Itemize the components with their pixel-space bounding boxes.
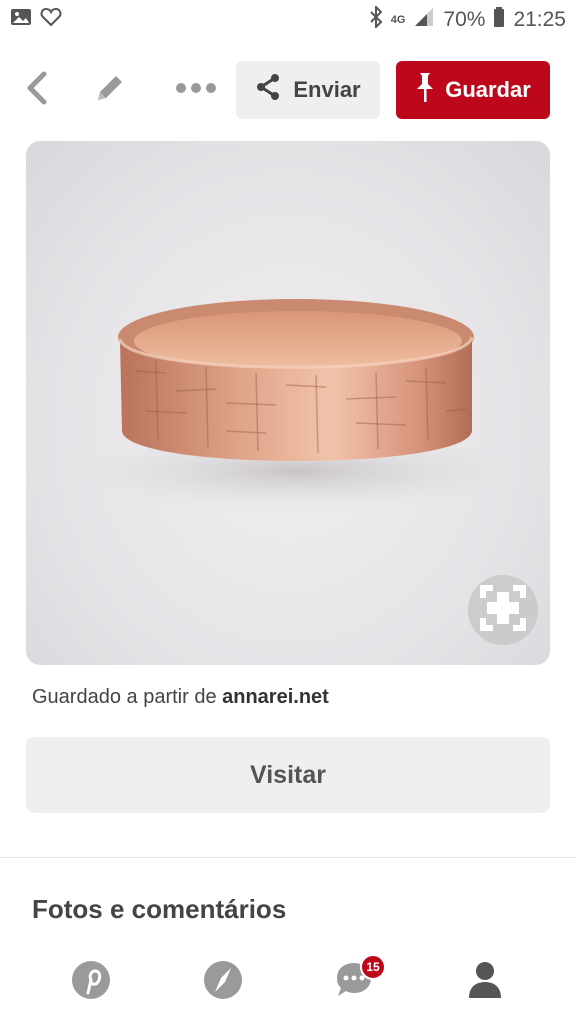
pin-image[interactable] — [26, 141, 550, 665]
pencil-icon — [94, 72, 126, 109]
source-prefix: Guardado a partir de — [32, 686, 223, 708]
visit-button[interactable]: Visitar — [26, 737, 550, 813]
chevron-left-icon — [24, 71, 50, 110]
network-type: 4G — [390, 13, 406, 26]
clock: 21:25 — [513, 8, 566, 31]
action-bar: Enviar Guardar — [0, 52, 576, 128]
compass-icon — [203, 960, 243, 1005]
visual-search-button[interactable] — [468, 575, 538, 645]
nav-explore[interactable] — [201, 960, 245, 1004]
nav-home[interactable] — [69, 960, 113, 1004]
battery-level: 70% — [443, 8, 486, 31]
gallery-icon — [10, 7, 32, 33]
pin-source: Guardado a partir de annarei.net — [32, 686, 329, 709]
profile-icon — [465, 960, 505, 1005]
status-bar: 4G 70% 21:25 — [0, 0, 576, 40]
send-label: Enviar — [293, 77, 361, 102]
divider — [0, 857, 576, 858]
pinterest-icon — [71, 960, 111, 1005]
notification-badge: 15 — [360, 954, 386, 980]
save-label: Guardar — [445, 77, 531, 102]
section-title: Fotos e comentários — [32, 894, 287, 924]
signal-icon — [413, 7, 435, 33]
more-button[interactable] — [172, 70, 220, 110]
heart-outline-icon — [40, 7, 62, 33]
pin-icon — [415, 71, 435, 109]
back-button[interactable] — [20, 70, 54, 110]
nav-profile[interactable] — [463, 960, 507, 1004]
source-domain-link[interactable]: annarei.net — [222, 686, 329, 708]
share-icon — [255, 73, 281, 107]
more-icon — [175, 81, 217, 99]
send-button[interactable]: Enviar — [236, 61, 380, 119]
edit-button[interactable] — [92, 70, 128, 110]
bluetooth-icon — [369, 4, 383, 34]
save-button[interactable]: Guardar — [396, 61, 550, 119]
bottom-nav: 15 — [0, 950, 576, 1024]
battery-icon — [493, 6, 505, 34]
ring-photo — [76, 299, 516, 511]
lens-icon — [479, 584, 527, 637]
